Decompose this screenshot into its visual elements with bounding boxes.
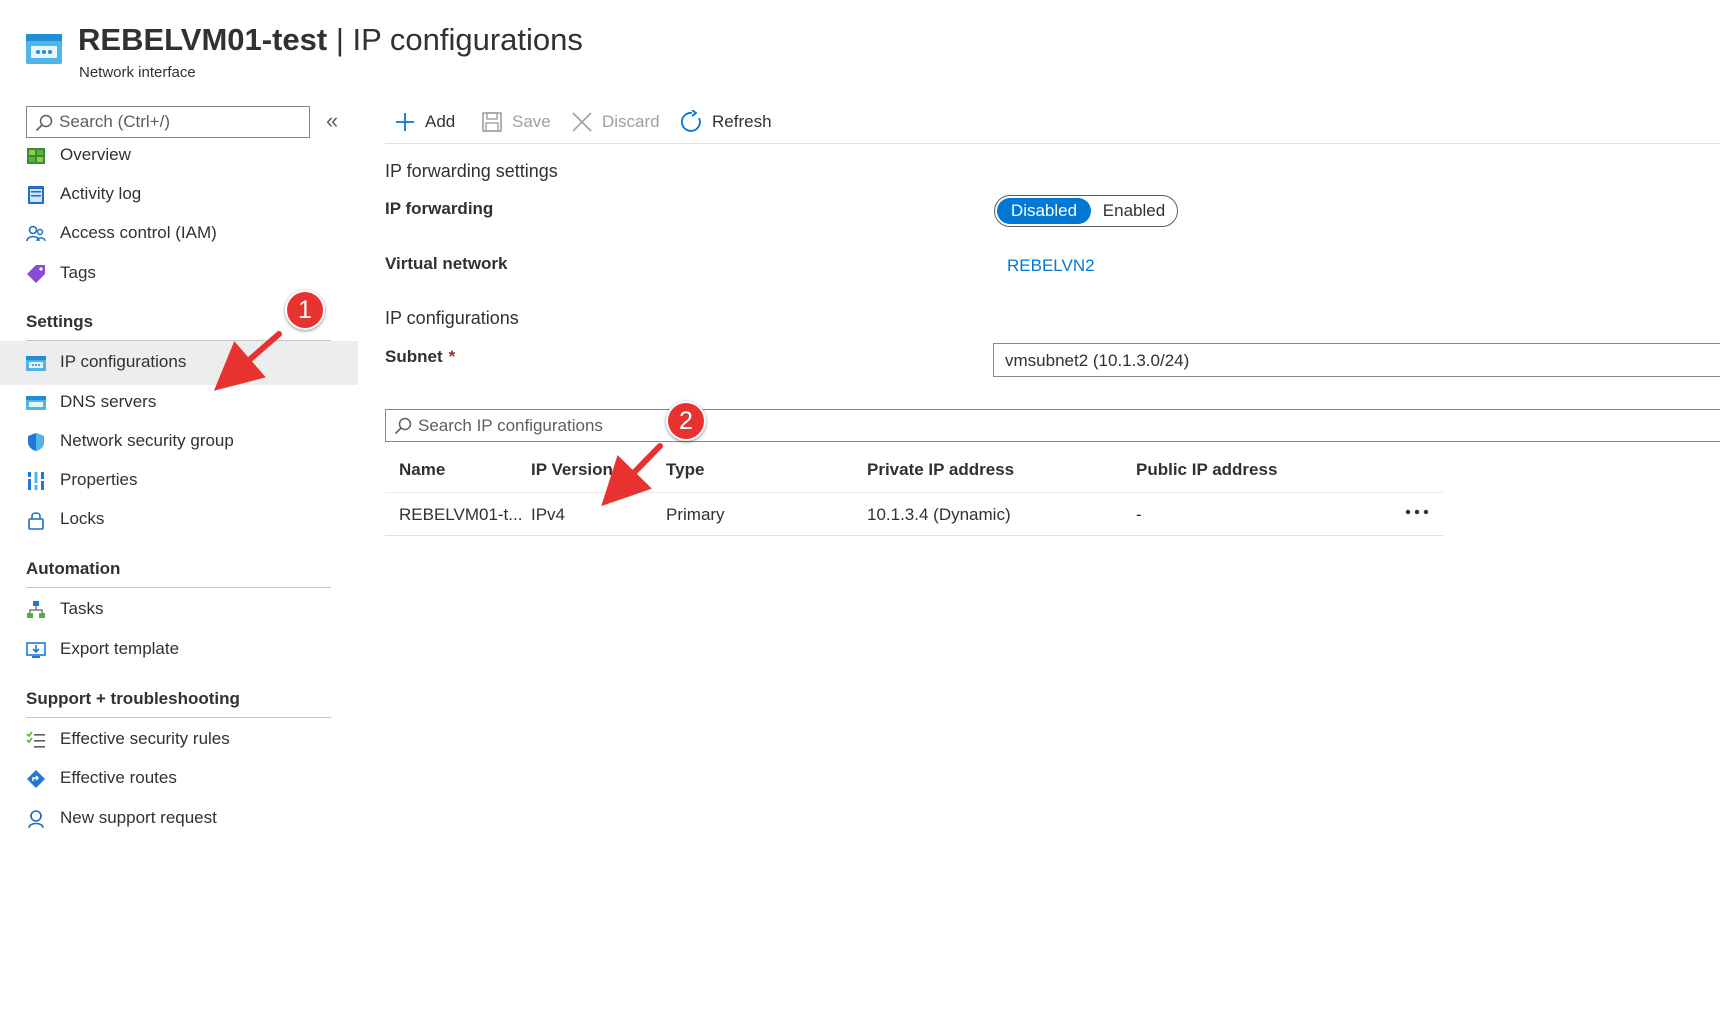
sidebar-item-label: Access control (IAM) [60,223,217,242]
ip-config-search-input[interactable] [418,415,818,437]
sidebar-item-overview[interactable]: Overview [0,134,358,178]
group-support-heading: Support + troubleshooting [26,689,240,708]
callout-badge-2: 2 [666,401,706,441]
ip-configurations-section-title: IP configurations [385,308,519,328]
sidebar-item-activity-log[interactable]: Activity log [0,173,358,217]
routes-icon [27,770,45,788]
refresh-label: Refresh [712,112,772,131]
column-header-public-ip[interactable]: Public IP address [1136,460,1277,480]
activity-log-icon [28,186,44,204]
sidebar-item-label: Effective security rules [60,729,230,748]
sidebar-item-label: IP configurations [60,352,187,371]
sidebar-item-access-control[interactable]: Access control (IAM) [0,212,358,256]
cell-public-ip: - [1136,505,1142,524]
cell-type: Primary [666,505,725,524]
callout-badge-1: 1 [285,290,325,330]
search-icon [35,114,53,132]
column-header-name[interactable]: Name [399,460,445,480]
sidebar-item-label: Overview [60,145,131,164]
required-marker: * [448,347,456,366]
dns-servers-icon [26,396,46,410]
sidebar-item-label: Export template [60,639,180,658]
cell-private-ip: 10.1.3.4 (Dynamic) [867,505,1011,524]
subnet-selected-value: vmsubnet2 (10.1.3.0/24) [1005,351,1190,370]
shield-icon [28,433,44,451]
cell-name[interactable]: REBELVM01-t... [399,505,522,525]
group-automation-heading: Automation [26,559,121,578]
column-header-type[interactable]: Type [666,460,704,480]
virtual-network-link[interactable]: REBELVN2 [1007,256,1095,276]
sidebar-item-label: Network security group [60,431,234,450]
toggle-option-disabled[interactable]: Disabled [997,198,1091,224]
save-icon [482,112,502,132]
sidebar-item-new-support-request[interactable]: New support request [0,797,358,841]
ip-forwarding-label: IP forwarding [385,199,494,218]
more-options-icon[interactable] [1399,498,1435,526]
sidebar-item-label: Tags [60,263,96,282]
properties-icon [27,472,45,490]
sidebar-item-label: Locks [60,509,105,528]
add-button[interactable]: Add [393,108,463,136]
close-icon [572,112,592,132]
save-button[interactable]: Save [480,108,555,136]
table-header-row: Name IP Version Type Private IP address … [385,447,1443,493]
sidebar-item-label: Activity log [60,184,142,203]
sidebar-item-properties[interactable]: Properties [0,459,358,503]
network-interface-icon [26,34,62,64]
sidebar-item-locks[interactable]: Locks [0,498,358,542]
search-icon [394,417,412,435]
subnet-dropdown[interactable]: vmsubnet2 (10.1.3.0/24) [993,343,1720,377]
command-bar: Add Save Discard Refresh [385,100,1720,144]
sidebar-item-label: New support request [60,808,217,827]
support-request-icon [28,810,44,829]
cell-ip-version: IPv4 [531,505,566,524]
add-label: Add [425,112,456,131]
export-template-icon [26,642,46,658]
subnet-label: Subnet * [385,347,455,367]
sidebar-item-label: Effective routes [60,768,177,787]
sidebar-item-dns-servers[interactable]: DNS servers [0,381,358,425]
sidebar-item-effective-routes[interactable]: Effective routes [0,757,358,801]
tasks-icon [27,601,45,618]
overview-icon [27,148,45,164]
toggle-option-enabled[interactable]: Enabled [1093,198,1175,224]
discard-button[interactable]: Discard [570,108,665,136]
column-header-ip-version[interactable]: IP Version [531,460,613,480]
title-separator: | [335,22,344,57]
resource-type: Network interface [79,64,196,81]
discard-label: Discard [602,112,660,131]
ip-forwarding-section-title: IP forwarding settings [385,161,558,181]
sidebar-item-network-security-group[interactable]: Network security group [0,420,358,464]
virtual-network-label: Virtual network [385,254,508,273]
lock-icon [28,512,44,530]
sidebar-item-ip-configurations[interactable]: IP configurations [0,341,358,385]
refresh-button[interactable]: Refresh [680,108,780,136]
collapse-menu-icon[interactable]: « [326,108,338,134]
menu-search-input[interactable] [59,111,299,133]
blade-title: IP configurations [352,22,583,57]
security-rules-icon [26,731,45,748]
sidebar-item-label: DNS servers [60,392,157,411]
ip-config-search-box[interactable] [385,409,1720,442]
subnet-label-text: Subnet [385,347,443,366]
access-control-icon [26,225,46,242]
page-title: REBELVM01-test | IP configurations [78,22,583,58]
sidebar-item-effective-security-rules[interactable]: Effective security rules [0,718,358,762]
sidebar-item-label: Properties [60,470,138,489]
ip-forwarding-toggle[interactable]: Disabled Enabled [994,195,1178,227]
table-row[interactable]: REBELVM01-t... IPv4 Primary 10.1.3.4 (Dy… [385,494,1443,536]
sidebar-item-tasks[interactable]: Tasks [0,588,358,632]
sidebar-item-label: Tasks [60,599,104,618]
column-header-private-ip[interactable]: Private IP address [867,460,1014,480]
refresh-icon [681,110,701,132]
plus-icon [396,113,414,131]
tag-icon [27,265,45,283]
sidebar-item-export-template[interactable]: Export template [0,628,358,672]
save-label: Save [512,112,551,131]
ip-configurations-icon [26,356,46,371]
resource-menu: « Overview Activity log Access control (… [0,100,358,1000]
group-settings-heading: Settings [26,312,94,331]
resource-name: REBELVM01-test [78,22,328,57]
